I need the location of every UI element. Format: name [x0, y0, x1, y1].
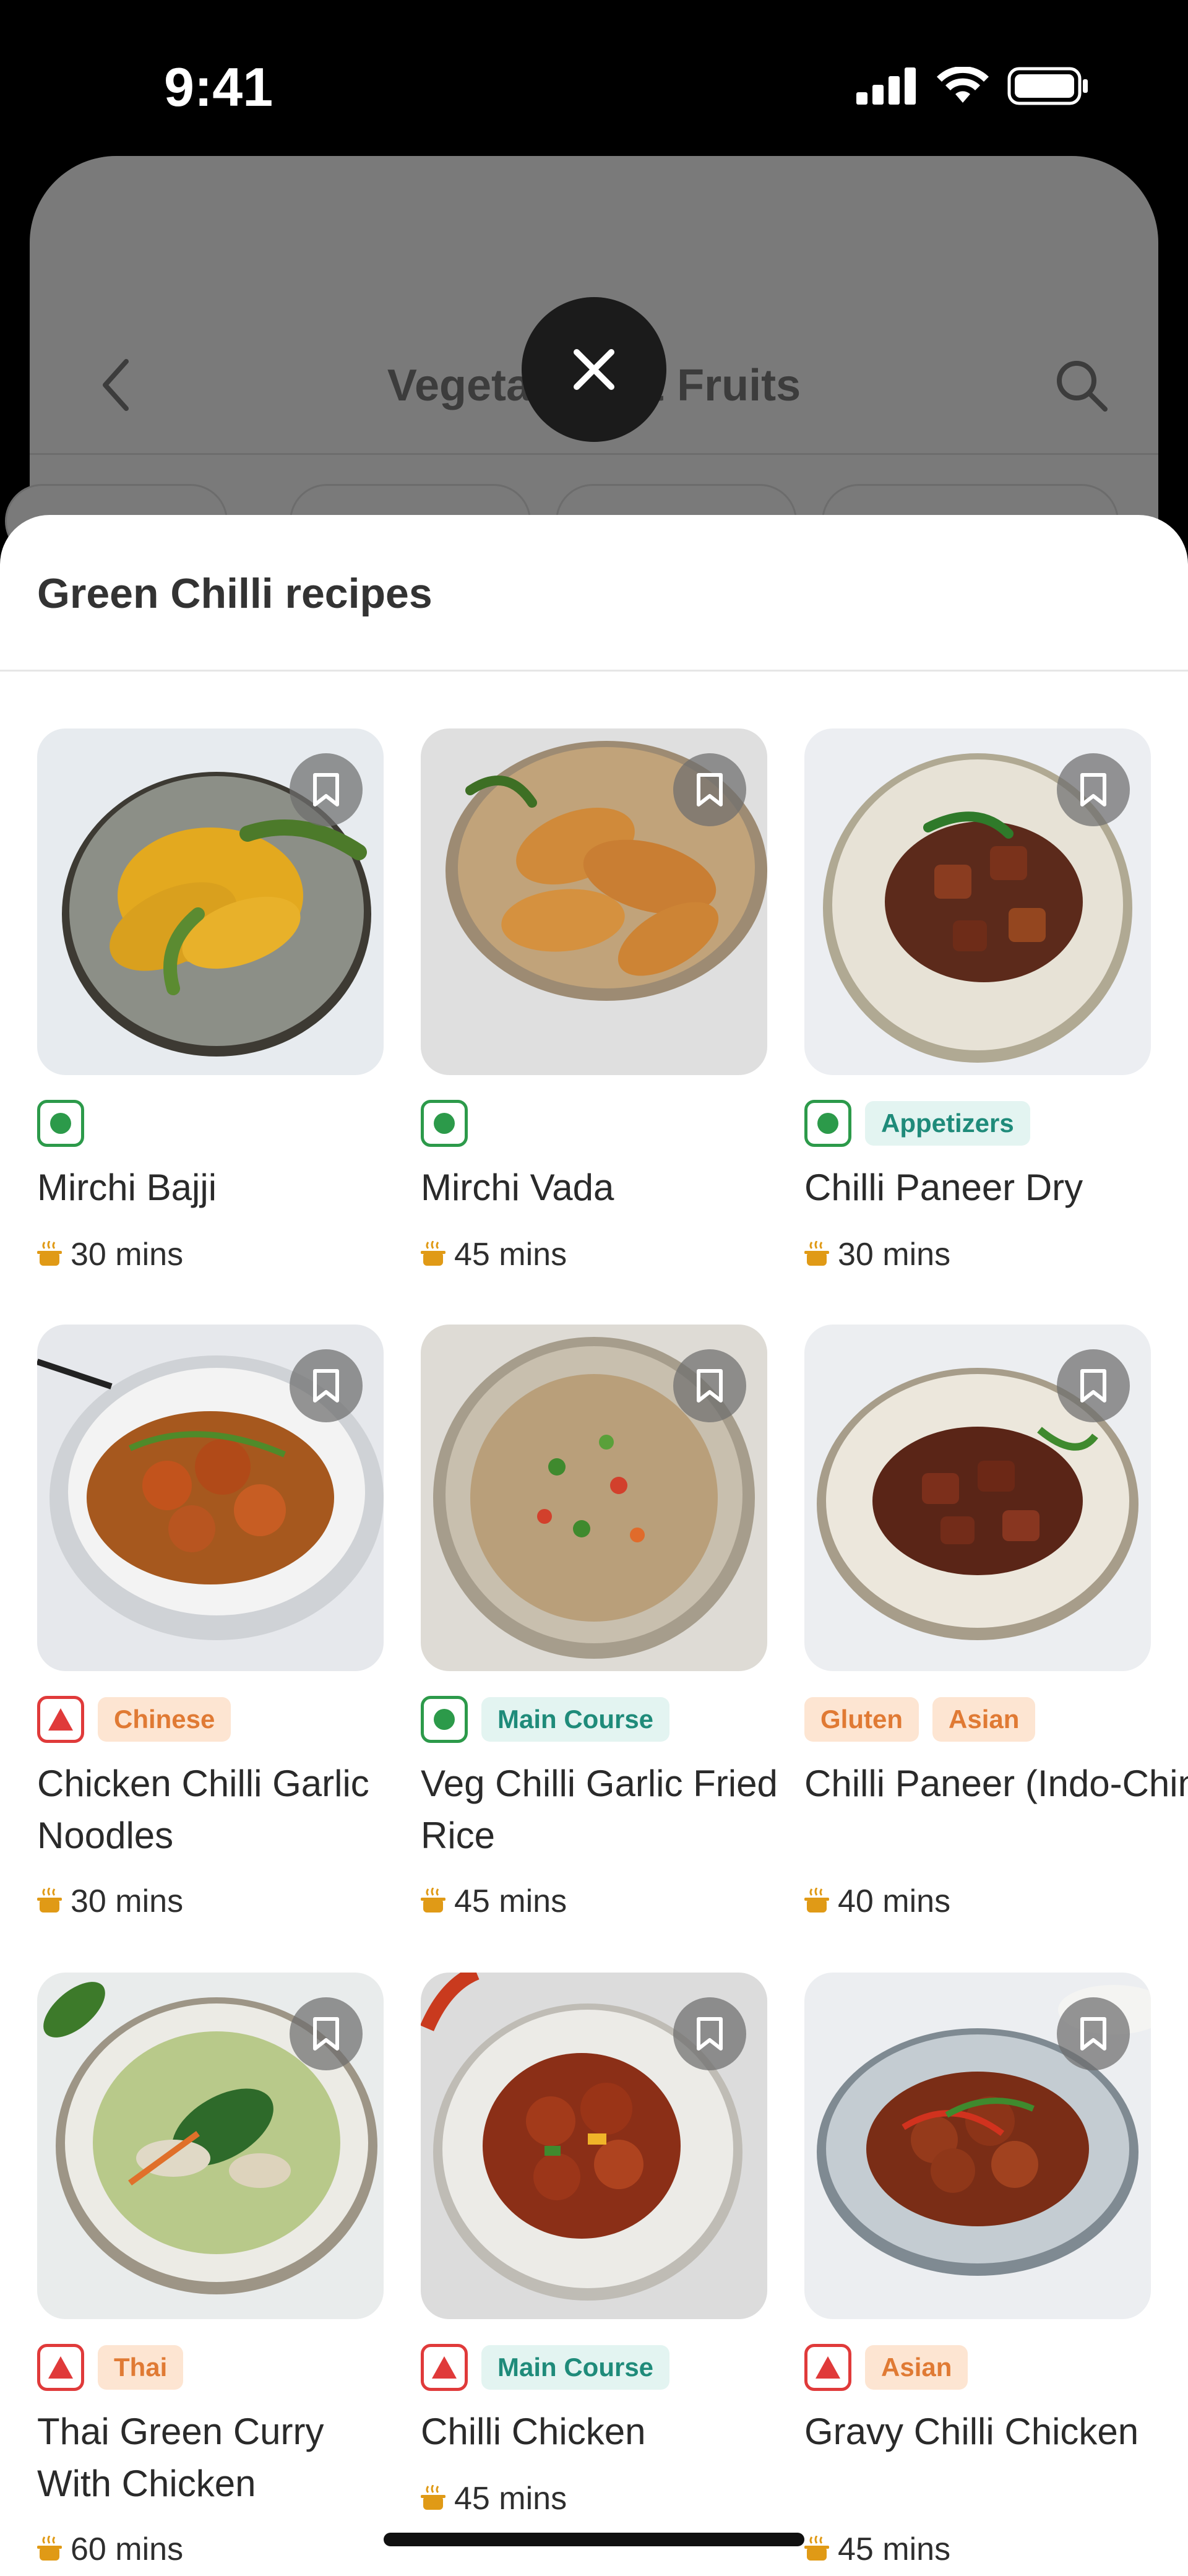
- recipe-time: 45 mins: [804, 2531, 950, 2568]
- recipe-name: Chilli Chicken: [421, 2411, 646, 2452]
- status-icons: [856, 67, 1089, 105]
- category-tag: Main Course: [481, 2345, 670, 2390]
- recipe-time: 45 mins: [421, 1883, 567, 1920]
- cooking-pot-icon: [421, 1241, 446, 1266]
- nonveg-indicator-icon: [37, 1696, 84, 1743]
- sheet-title: Green Chilli recipes: [37, 570, 433, 617]
- category-tag: Main Course: [481, 1697, 670, 1742]
- bookmark-icon: [1080, 1369, 1106, 1403]
- recipe-name: Gravy Chilli Chicken: [804, 2411, 1139, 2452]
- veg-indicator-icon: [421, 1100, 468, 1147]
- category-tag: Asian: [865, 2345, 968, 2390]
- bookmark-button[interactable]: [673, 1997, 746, 2070]
- search-icon: [1053, 357, 1109, 416]
- bookmark-button[interactable]: [673, 1349, 746, 1422]
- cooking-pot-icon: [421, 1888, 446, 1913]
- cooking-pot-icon: [804, 1888, 829, 1913]
- recipe-time: 60 mins: [37, 2531, 183, 2568]
- recipe-name: Veg Chilli Garlic Fried Rice: [421, 1763, 778, 1856]
- recipe-time: 30 mins: [37, 1883, 183, 1920]
- cooking-pot-icon: [804, 1241, 829, 1266]
- recipe-time-text: 45 mins: [838, 2531, 951, 2567]
- recipe-time: 40 mins: [804, 1883, 950, 1920]
- cooking-pot-icon: [421, 2485, 446, 2510]
- nonveg-indicator-icon: [421, 2344, 468, 2391]
- category-tag: Appetizers: [865, 1101, 1030, 1146]
- recipes-sheet: Green Chilli recipes Mirchi Bajji 30 min…: [0, 515, 1188, 2576]
- bookmark-icon: [313, 2017, 339, 2051]
- cooking-pot-icon: [37, 1241, 62, 1266]
- cellular-signal-icon: [856, 67, 916, 105]
- cooking-pot-icon: [804, 2536, 829, 2561]
- recipe-tags: Appetizers: [804, 1100, 1030, 1147]
- veg-indicator-icon: [804, 1100, 851, 1147]
- recipe-time: 45 mins: [421, 2480, 567, 2517]
- recipe-time-text: 45 mins: [454, 1237, 567, 1273]
- bookmark-icon: [697, 1369, 723, 1403]
- bookmark-button[interactable]: [1057, 753, 1130, 826]
- bookmark-icon: [313, 773, 339, 806]
- recipe-time-text: 45 mins: [454, 1883, 567, 1919]
- bookmark-icon: [1080, 773, 1106, 806]
- recipe-tags: Asian: [804, 2344, 968, 2391]
- bookmark-icon: [1080, 2017, 1106, 2051]
- recipe-time: 45 mins: [421, 1236, 567, 1273]
- recipe-tags: [421, 1100, 468, 1147]
- sheet-divider: [0, 670, 1188, 672]
- bookmark-button[interactable]: [1057, 1997, 1130, 2070]
- recipe-tags: [37, 1100, 84, 1147]
- bookmark-icon: [697, 773, 723, 806]
- home-indicator[interactable]: [384, 2533, 804, 2546]
- cooking-pot-icon: [37, 1888, 62, 1913]
- recipe-name: Chilli Paneer Dry: [804, 1167, 1083, 1208]
- recipe-tags: Thai: [37, 2344, 184, 2391]
- veg-indicator-icon: [421, 1696, 468, 1743]
- recipe-time-text: 30 mins: [838, 1237, 951, 1273]
- category-tag: Gluten: [804, 1697, 919, 1742]
- recipe-tags: Main Course: [421, 1696, 670, 1743]
- background-divider: [30, 453, 1158, 455]
- recipe-time-text: 60 mins: [71, 2531, 184, 2567]
- bookmark-button[interactable]: [290, 1349, 363, 1422]
- bookmark-icon: [697, 2017, 723, 2051]
- recipe-name: Chicken Chilli Garlic Noodles: [37, 1763, 369, 1856]
- nonveg-indicator-icon: [804, 2344, 851, 2391]
- bookmark-button[interactable]: [673, 753, 746, 826]
- close-icon: [574, 349, 614, 390]
- recipe-time-text: 45 mins: [454, 2481, 567, 2517]
- bookmark-button[interactable]: [290, 753, 363, 826]
- category-tag: Chinese: [98, 1697, 231, 1742]
- recipe-name: Chilli Paneer (Indo-Chinese St...: [804, 1763, 1188, 1804]
- recipe-tags: Main Course: [421, 2344, 670, 2391]
- cooking-pot-icon: [37, 2536, 62, 2561]
- veg-indicator-icon: [37, 1100, 84, 1147]
- close-button[interactable]: [522, 297, 666, 442]
- battery-icon: [1007, 67, 1088, 105]
- bookmark-button[interactable]: [1057, 1349, 1130, 1422]
- recipe-name: Mirchi Vada: [421, 1167, 614, 1208]
- category-tag: Asian: [932, 1697, 1036, 1742]
- category-tag: Thai: [98, 2345, 184, 2390]
- wifi-icon: [937, 67, 989, 103]
- recipe-time-text: 40 mins: [838, 1883, 951, 1919]
- status-bar: 9:41: [0, 0, 1188, 155]
- recipe-tags: Chinese: [37, 1696, 231, 1743]
- bookmark-button[interactable]: [290, 1997, 363, 2070]
- recipe-name: Thai Green Curry With Chicken: [37, 2411, 324, 2504]
- recipe-time-text: 30 mins: [71, 1237, 184, 1273]
- recipe-time-text: 30 mins: [71, 1883, 184, 1919]
- bookmark-icon: [313, 1369, 339, 1403]
- recipe-time: 30 mins: [804, 1236, 950, 1273]
- recipe-name: Mirchi Bajji: [37, 1167, 217, 1208]
- recipe-tags: Gluten Asian: [804, 1696, 1036, 1743]
- recipe-time: 30 mins: [37, 1236, 183, 1273]
- nonveg-indicator-icon: [37, 2344, 84, 2391]
- status-time: 9:41: [164, 56, 273, 118]
